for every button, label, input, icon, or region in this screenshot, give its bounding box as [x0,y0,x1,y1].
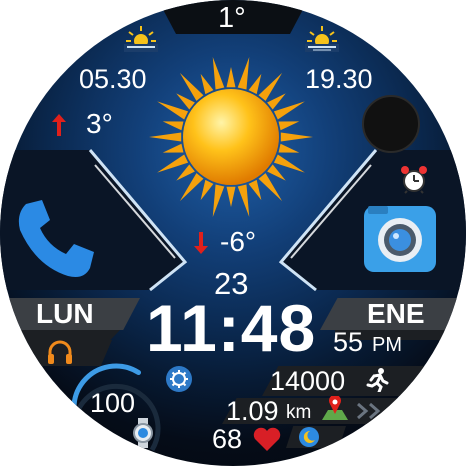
sunrise-icon [124,26,158,52]
moon-icon[interactable] [298,426,320,448]
time-ampm: PM [372,334,402,356]
high-temperature: 3° [86,108,113,139]
sun-ray [273,154,305,173]
chevron-icon [357,402,381,420]
time-seconds: 55 [333,327,364,357]
sun-ray [176,164,195,181]
sun-ray [212,57,225,90]
sunrise-time: 05.30 [79,64,147,94]
month: ENE [367,298,425,329]
running-icon[interactable] [366,368,390,392]
distance-value: 1.09 [226,396,279,426]
sun-ray [248,73,262,95]
heart-rate: 68 [212,424,243,454]
sun-ray [248,179,262,201]
sun-ray [278,143,300,153]
sun-ray [237,57,250,90]
sun-ray [157,154,189,173]
complication-slot[interactable] [362,95,420,153]
sun-ray [258,173,283,202]
sun-ray [162,143,184,153]
sunset-icon [305,26,339,52]
watch-face: 1° 05.30 19.30 3° -6° 23 LUN ENE 11:48 5… [0,0,466,466]
sun-icon[interactable] [146,52,316,222]
steps-count: 14000 [270,366,346,396]
sun-ray [176,93,195,110]
sun-ray [200,179,214,201]
sun-ray [200,73,214,95]
heart-icon[interactable] [252,426,282,452]
map-pin-icon[interactable] [320,396,350,422]
battery-percent: 100 [90,388,136,418]
sun-ray [267,164,286,181]
low-temperature: -6° [220,226,257,257]
distance-unit: km [286,402,312,423]
sun-ray [162,121,184,131]
alarm-clock-icon[interactable] [399,164,429,194]
sun-ray [179,72,204,101]
sun-ray [280,132,313,142]
sun-ray [179,173,204,202]
sun-ray [267,93,286,110]
sun-ray [237,184,250,217]
watch-icon [133,418,153,448]
time-hours-minutes: 11:48 [146,291,317,365]
camera-icon[interactable] [360,202,440,276]
weekday: LUN [36,298,94,329]
sun-ray [273,101,305,120]
phone-icon[interactable] [12,196,98,282]
sun-ray [278,121,300,131]
sun-ray [258,72,283,101]
arrow-down-icon [194,232,208,254]
arrow-up-icon [52,114,66,136]
sun-ray [226,186,236,207]
sun-ray [157,101,189,120]
sun-ray [149,132,182,142]
sun-ray [226,67,236,88]
sun-ray [212,184,225,217]
gear-icon[interactable] [166,366,192,392]
